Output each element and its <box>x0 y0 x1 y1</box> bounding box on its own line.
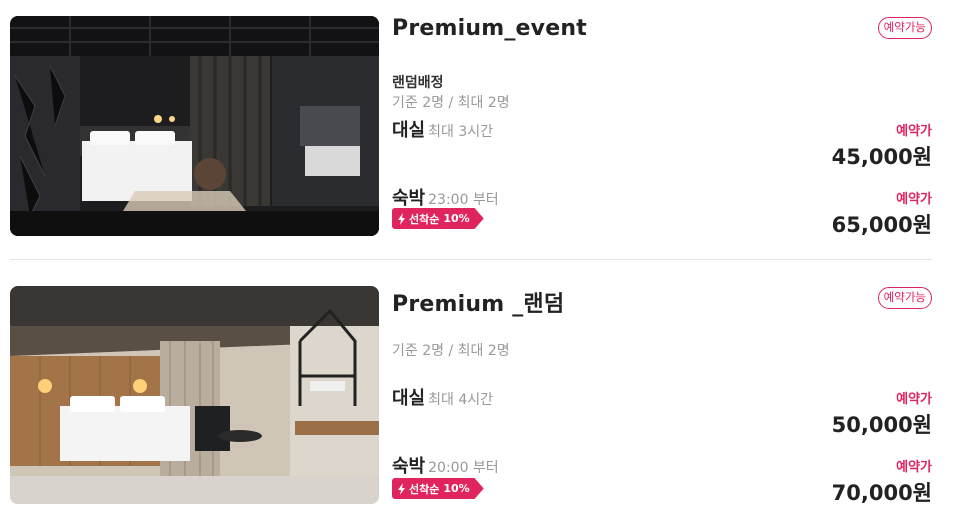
room-photo[interactable] <box>10 16 379 236</box>
room-card[interactable]: Premium_event 예약가능 랜덤배정 기준 2명 / 최대 2명 대실… <box>0 0 955 262</box>
room-title[interactable]: Premium _랜덤 <box>392 286 564 318</box>
rent-price-block[interactable]: 예약가 50,000원 <box>832 388 932 439</box>
availability-badge[interactable]: 예약가능 <box>877 287 932 309</box>
coupon-text: 선착순 <box>409 482 440 496</box>
night-price: 70,000원 <box>831 481 932 505</box>
night-detail: 20:00 부터 <box>428 460 499 476</box>
coupon-percent: 10% <box>443 482 470 495</box>
night-kind: 숙박 <box>392 456 426 477</box>
lightning-icon <box>397 212 406 225</box>
rent-kind: 대실 <box>392 388 426 409</box>
room-card[interactable]: Premium _랜덤 예약가능 기준 2명 / 최대 2명 대실 최대 4시간 … <box>0 270 955 522</box>
rent-kind: 대실 <box>392 120 426 141</box>
coupon-badge[interactable]: 선착순 10% <box>392 208 484 229</box>
rent-detail: 최대 4시간 <box>428 392 494 408</box>
night-price-block[interactable]: 예약가 65,000원 <box>832 188 932 239</box>
coupon-percent: 10% <box>443 212 470 225</box>
night-price-label: 예약가 <box>896 460 932 475</box>
rent-price-block[interactable]: 예약가 45,000원 <box>832 120 932 171</box>
rent-price: 45,000원 <box>831 145 932 169</box>
night-kind: 숙박 <box>392 188 426 209</box>
night-row: 숙박 20:00 부터 <box>392 452 499 478</box>
coupon-text: 선착순 <box>409 212 440 226</box>
rent-price: 50,000원 <box>831 413 932 437</box>
night-price-block[interactable]: 예약가 70,000원 <box>832 456 932 507</box>
warm-bedroom-image <box>10 286 379 504</box>
assignment-label: 랜덤배정 <box>392 75 444 91</box>
capacity-text: 기준 2명 / 최대 2명 <box>392 95 510 111</box>
rent-row: 대실 최대 3시간 <box>392 116 493 142</box>
rent-price-label: 예약가 <box>896 392 932 407</box>
rent-price-label: 예약가 <box>896 124 932 139</box>
capacity-text: 기준 2명 / 최대 2명 <box>392 343 510 359</box>
rent-detail: 최대 3시간 <box>428 124 494 140</box>
rent-row: 대실 최대 4시간 <box>392 384 493 410</box>
coupon-tag[interactable]: 선착순 10% <box>392 208 484 229</box>
night-price-label: 예약가 <box>896 192 932 207</box>
lightning-icon <box>397 482 406 495</box>
coupon-tag[interactable]: 선착순 10% <box>392 478 484 499</box>
room-photo[interactable] <box>10 286 379 504</box>
night-detail: 23:00 부터 <box>428 192 499 208</box>
dark-bedroom-image <box>10 16 379 236</box>
coupon-badge[interactable]: 선착순 10% <box>392 478 484 499</box>
night-price: 65,000원 <box>831 213 932 237</box>
night-row: 숙박 23:00 부터 <box>392 184 499 210</box>
room-divider <box>10 259 932 260</box>
room-title[interactable]: Premium_event <box>392 16 587 41</box>
availability-badge[interactable]: 예약가능 <box>877 17 932 39</box>
